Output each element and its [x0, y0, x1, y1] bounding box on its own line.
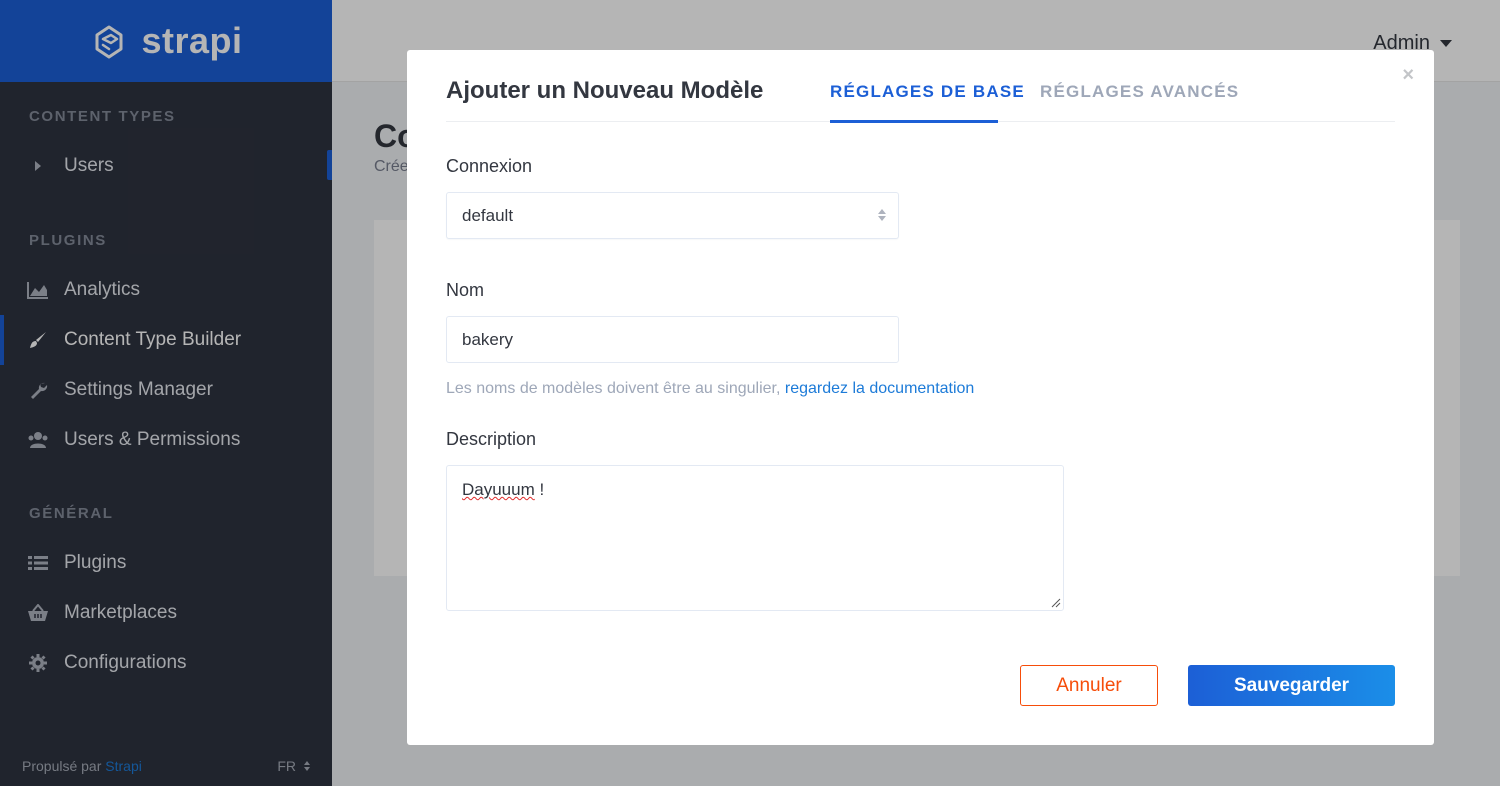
- name-hint: Les noms de modèles doivent être au sing…: [446, 380, 974, 398]
- tab-basic-settings[interactable]: RÉGLAGES DE BASE: [830, 82, 1025, 102]
- name-value: bakery: [462, 329, 514, 349]
- select-arrows-icon: [878, 209, 886, 221]
- description-rest: !: [534, 480, 545, 499]
- connection-value: default: [462, 205, 514, 225]
- documentation-link[interactable]: regardez la documentation: [785, 380, 974, 397]
- resize-handle-icon[interactable]: [1051, 598, 1061, 608]
- active-tab-indicator: [830, 120, 998, 123]
- close-icon[interactable]: ×: [1402, 64, 1414, 87]
- description-label: Description: [446, 429, 537, 449]
- cancel-button[interactable]: Annuler: [1020, 665, 1158, 706]
- connection-select[interactable]: default: [446, 192, 899, 239]
- hint-text: Les noms de modèles doivent être au sing…: [446, 380, 785, 397]
- modal-title: Ajouter un Nouveau Modèle: [446, 77, 764, 104]
- name-input[interactable]: bakery: [446, 316, 899, 363]
- description-word: Dayuuum: [462, 480, 535, 499]
- save-button[interactable]: Sauvegarder: [1188, 665, 1395, 706]
- tab-advanced-settings[interactable]: RÉGLAGES AVANCÉS: [1040, 82, 1239, 102]
- connection-label: Connexion: [446, 156, 533, 176]
- description-textarea[interactable]: Dayuuum !: [446, 465, 1064, 611]
- add-model-modal: Ajouter un Nouveau Modèle RÉGLAGES DE BA…: [407, 50, 1434, 745]
- name-label: Nom: [446, 280, 485, 300]
